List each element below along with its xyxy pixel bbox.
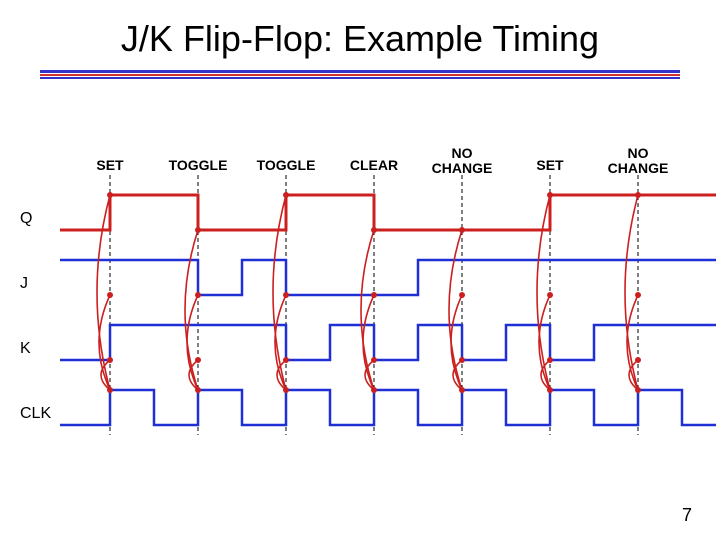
label-clk: CLK [20, 405, 51, 423]
label-j: J [20, 275, 28, 293]
edge-label-2: TOGGLE [169, 158, 228, 173]
label-k: K [20, 340, 31, 358]
timing-diagram [0, 0, 720, 540]
edge-label-6: SET [536, 158, 563, 173]
edge-label-1: SET [96, 158, 123, 173]
edge-label-5: NO CHANGE [432, 146, 493, 175]
edge-label-7: NO CHANGE [608, 146, 669, 175]
page-number: 7 [682, 505, 692, 526]
edge-label-4: CLEAR [350, 158, 398, 173]
label-q: Q [20, 210, 32, 228]
edge-label-3: TOGGLE [257, 158, 316, 173]
